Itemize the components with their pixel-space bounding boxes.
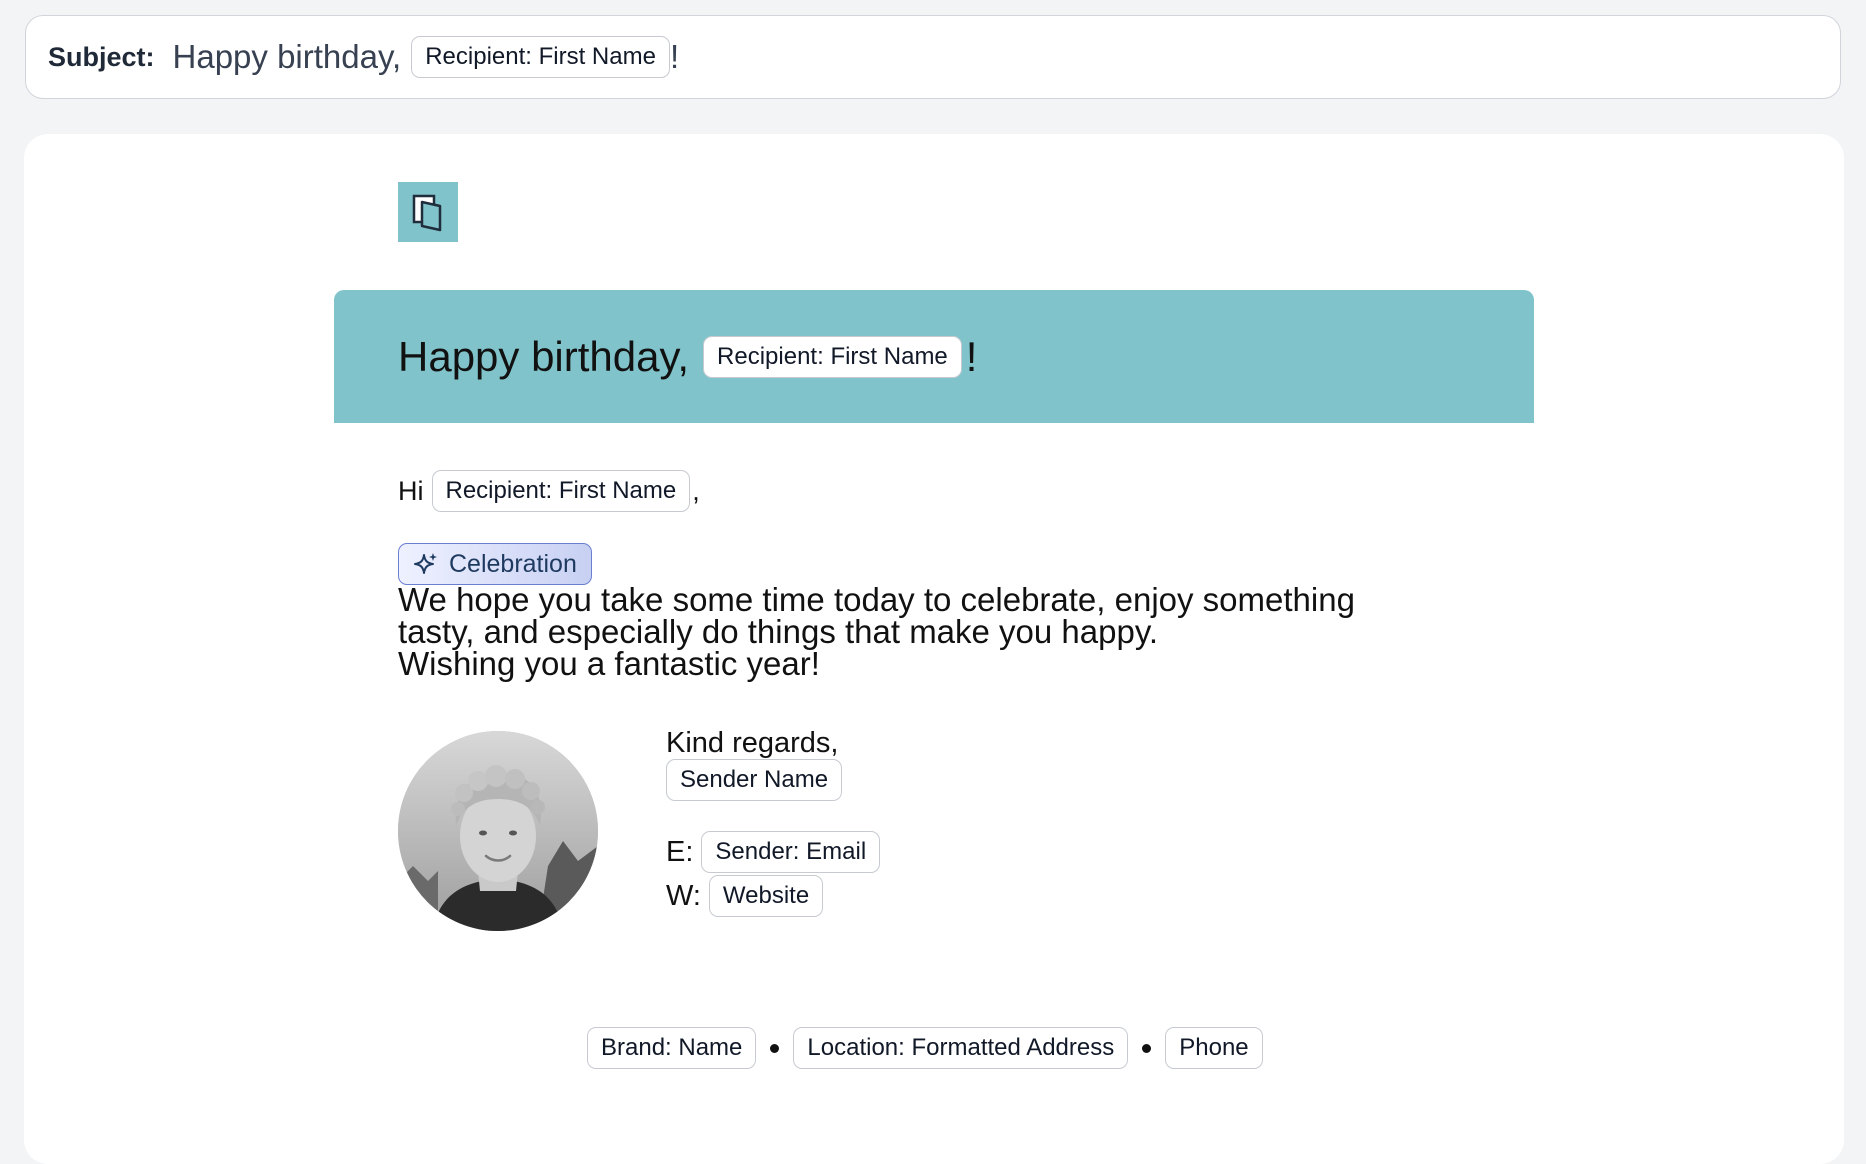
message-body: We hope you take some time today to cele… bbox=[398, 581, 1498, 682]
greeting-line: Hi Recipient: First Name , bbox=[398, 470, 700, 512]
website-row: W: Website bbox=[666, 875, 824, 917]
email-row: E: Sender: Email bbox=[666, 831, 881, 873]
signoff-text: Kind regards, bbox=[666, 727, 839, 759]
hero-recipient-chip[interactable]: Recipient: First Name bbox=[703, 335, 962, 378]
location-address-chip[interactable]: Location: Formatted Address bbox=[793, 1027, 1129, 1069]
footer: Brand: Name Location: Formatted Address … bbox=[587, 1027, 1263, 1069]
hero-title: Happy birthday, bbox=[398, 332, 690, 380]
message-line: Wishing you a fantastic year! bbox=[398, 645, 820, 682]
sender-name-chip[interactable]: Sender Name bbox=[666, 759, 843, 801]
subject-text: Happy birthday, bbox=[172, 38, 402, 75]
document-pages-icon[interactable] bbox=[398, 182, 458, 242]
brand-name-chip[interactable]: Brand: Name bbox=[587, 1027, 757, 1069]
sender-email-chip[interactable]: Sender: Email bbox=[701, 831, 881, 873]
celebration-tag[interactable]: Celebration bbox=[398, 543, 592, 585]
subject-recipient-chip[interactable]: Recipient: First Name bbox=[411, 36, 670, 78]
separator-dot bbox=[1142, 1043, 1152, 1053]
hero-banner[interactable]: Happy birthday, Recipient: First Name ! bbox=[334, 290, 1534, 423]
greeting-suffix: , bbox=[692, 475, 700, 506]
message-line: We hope you take some time today to cele… bbox=[398, 581, 1355, 618]
separator-dot bbox=[770, 1043, 780, 1053]
celebration-tag-label: Celebration bbox=[449, 549, 577, 578]
message-line: tasty, and especially do things that mak… bbox=[398, 613, 1159, 650]
sparkle-icon bbox=[414, 553, 437, 574]
subject-suffix: ! bbox=[669, 38, 680, 75]
avatar[interactable] bbox=[398, 731, 598, 931]
email-label: E: bbox=[666, 835, 694, 868]
website-chip[interactable]: Website bbox=[708, 875, 824, 917]
website-label: W: bbox=[666, 879, 701, 912]
subject-label: Subject: bbox=[48, 41, 155, 72]
phone-chip[interactable]: Phone bbox=[1165, 1027, 1263, 1069]
greeting-recipient-chip[interactable]: Recipient: First Name bbox=[431, 470, 691, 512]
hero-suffix: ! bbox=[965, 332, 978, 380]
greeting-hi: Hi bbox=[398, 475, 424, 506]
subject-bar[interactable]: Subject: Happy birthday, Recipient: Firs… bbox=[25, 15, 1841, 99]
